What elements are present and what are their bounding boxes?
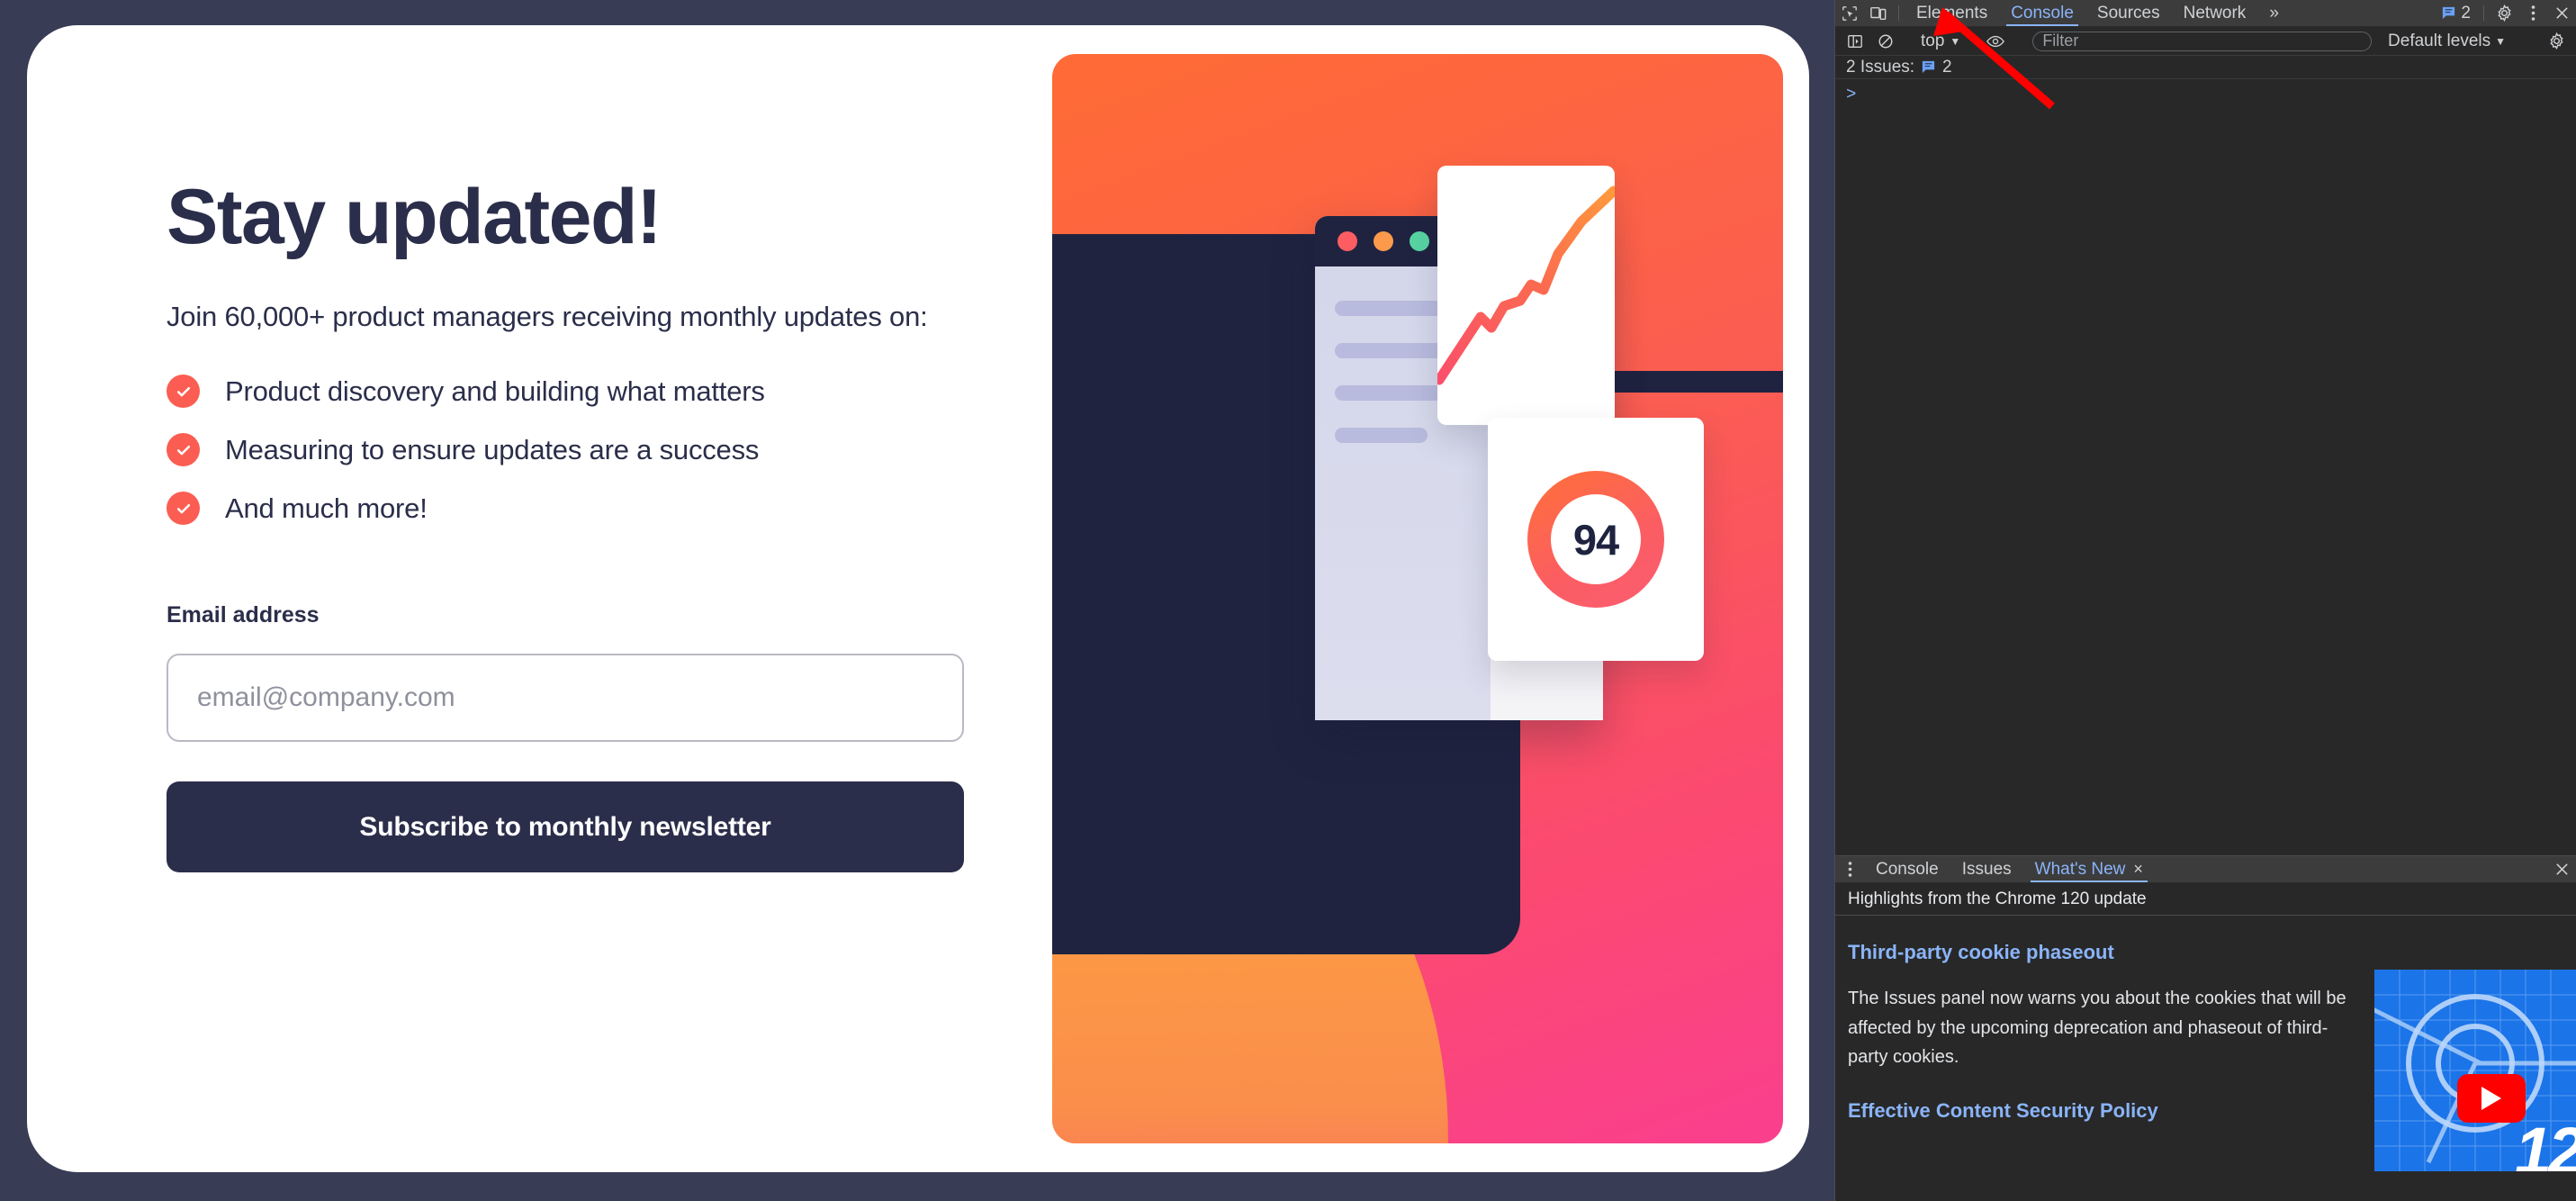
- page-subheadline: Join 60,000+ product managers receiving …: [167, 301, 928, 332]
- hero-illustration-column: 94: [1044, 25, 1809, 1172]
- drawer-more-options-icon[interactable]: [1835, 856, 1864, 882]
- subscribe-button[interactable]: Subscribe to monthly newsletter: [167, 781, 964, 872]
- console-filter-input[interactable]: [2032, 31, 2373, 51]
- close-icon[interactable]: ×: [2133, 860, 2143, 879]
- drawer-tabbar: Console Issues What's New ×: [1835, 856, 2576, 883]
- whats-new-content: Third-party cookie phaseout The Issues p…: [1835, 916, 2576, 1201]
- clear-console-icon[interactable]: [1871, 33, 1900, 50]
- whats-new-subtitle: Highlights from the Chrome 120 update: [1835, 883, 2576, 916]
- settings-gear-icon[interactable]: [2490, 0, 2518, 26]
- console-log-levels-selector[interactable]: Default levels ▼: [2381, 32, 2513, 51]
- hero-illustration: 94: [1052, 54, 1783, 1143]
- tab-console[interactable]: Console: [1999, 0, 2085, 26]
- close-drawer-icon[interactable]: [2547, 856, 2576, 882]
- check-circle-icon: [167, 492, 200, 525]
- email-field-label: Email address: [167, 602, 320, 628]
- screen-root: Stay updated! Join 60,000+ product manag…: [0, 0, 2576, 1201]
- console-sidebar-toggle-icon[interactable]: [1841, 33, 1869, 50]
- benefit-label: Product discovery and building what matt…: [225, 375, 765, 407]
- issues-counter-value: 2: [2461, 3, 2471, 23]
- toolbar-divider: [2483, 5, 2484, 21]
- console-issues-bar[interactable]: 2 Issues: 2: [1835, 56, 2576, 79]
- chevron-down-icon: ▼: [1950, 34, 1961, 48]
- illustration-score-card: 94: [1488, 418, 1704, 661]
- devtools-drawer: Console Issues What's New × Highlights f…: [1835, 855, 2576, 1201]
- log-levels-value: Default levels: [2388, 31, 2491, 50]
- toolbar-divider: [1898, 5, 1899, 21]
- tab-elements[interactable]: Elements: [1905, 0, 1999, 26]
- chevron-down-icon: ▼: [2495, 34, 2506, 48]
- skeleton-line: [1335, 428, 1428, 443]
- illustration-chart-card: [1437, 166, 1615, 425]
- devtools-panel: Elements Console Sources Network » 2 top…: [1834, 0, 2576, 1201]
- issues-bar-count: 2: [1942, 57, 1952, 77]
- console-toolbar: top ▼ Default levels ▼: [1835, 27, 2576, 56]
- more-tabs-chevron-icon[interactable]: »: [2257, 0, 2291, 26]
- issues-counter-button[interactable]: 2: [2434, 0, 2478, 26]
- whats-new-video-thumbnail[interactable]: 12: [2374, 970, 2576, 1171]
- benefits-list: Product discovery and building what matt…: [167, 375, 1044, 525]
- hero-content-column: Stay updated! Join 60,000+ product manag…: [27, 25, 1044, 1172]
- drawer-tabbar-spacer: [2155, 856, 2547, 882]
- benefit-label: And much more!: [225, 492, 428, 524]
- console-settings-gear-icon[interactable]: [2542, 32, 2571, 50]
- issue-message-icon: [2443, 6, 2455, 20]
- toggle-device-toolbar-icon[interactable]: [1864, 0, 1893, 26]
- whats-new-item-text: The Issues panel now warns you about the…: [1848, 989, 2346, 1068]
- drawer-tab-issues[interactable]: Issues: [1950, 856, 2023, 882]
- issue-message-icon: [1922, 60, 1935, 74]
- check-circle-icon: [167, 433, 200, 466]
- console-prompt-caret-icon: >: [1846, 85, 1857, 104]
- console-prompt-row[interactable]: >: [1835, 79, 2576, 110]
- score-ring-icon: 94: [1527, 471, 1664, 608]
- drawer-tab-label: Issues: [1961, 859, 2012, 879]
- drawer-tab-label: Console: [1876, 859, 1939, 879]
- whats-new-item-title[interactable]: Third-party cookie phaseout: [1848, 941, 2563, 964]
- score-value: 94: [1572, 515, 1619, 564]
- console-context-selector[interactable]: top ▼: [1915, 32, 1966, 51]
- page-viewport: Stay updated! Join 60,000+ product manag…: [0, 0, 1834, 1201]
- tab-sources[interactable]: Sources: [2085, 0, 2172, 26]
- window-dot-green-icon: [1410, 231, 1429, 251]
- console-output-area[interactable]: >: [1835, 79, 2576, 855]
- trend-line-chart-icon: [1437, 185, 1615, 385]
- live-expression-eye-icon[interactable]: [1981, 34, 2010, 49]
- drawer-tab-whats-new[interactable]: What's New ×: [2023, 856, 2155, 882]
- check-circle-icon: [167, 375, 200, 408]
- drawer-tab-label: What's New: [2034, 859, 2126, 879]
- thumbnail-version-number: 12: [2514, 1114, 2576, 1171]
- window-dot-amber-icon: [1374, 231, 1393, 251]
- close-devtools-icon[interactable]: [2547, 0, 2576, 26]
- list-item: Measuring to ensure updates are a succes…: [167, 433, 1044, 466]
- list-item: And much more!: [167, 492, 1044, 525]
- console-context-value: top: [1921, 31, 1945, 50]
- devtools-more-options-icon[interactable]: [2518, 0, 2547, 26]
- list-item: Product discovery and building what matt…: [167, 375, 1044, 408]
- inspect-element-icon[interactable]: [1835, 0, 1864, 26]
- tab-network[interactable]: Network: [2172, 0, 2258, 26]
- drawer-tab-console[interactable]: Console: [1864, 856, 1950, 882]
- page-title: Stay updated!: [167, 174, 662, 260]
- issues-bar-label: 2 Issues:: [1846, 57, 1915, 77]
- devtools-tabbar: Elements Console Sources Network » 2: [1835, 0, 2576, 27]
- email-input[interactable]: [167, 654, 964, 742]
- window-dot-red-icon: [1338, 231, 1357, 251]
- tabbar-spacer: [2291, 0, 2435, 26]
- benefit-label: Measuring to ensure updates are a succes…: [225, 433, 760, 465]
- newsletter-hero-card: Stay updated! Join 60,000+ product manag…: [27, 25, 1809, 1172]
